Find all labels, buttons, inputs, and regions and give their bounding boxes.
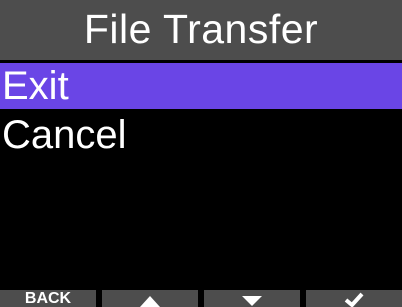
down-button[interactable]	[204, 290, 300, 307]
menu-list: Exit Cancel	[0, 63, 402, 161]
menu-item-label: Cancel	[2, 113, 127, 157]
menu-item-cancel[interactable]: Cancel	[0, 112, 402, 158]
back-button[interactable]: BACK	[0, 290, 96, 307]
triangle-up-icon	[140, 296, 160, 307]
device-screen: File Transfer Exit Cancel BACK	[0, 0, 402, 307]
triangle-down-icon	[242, 296, 262, 306]
up-button[interactable]	[102, 290, 198, 307]
title-bar: File Transfer	[0, 0, 402, 60]
softkey-bar: BACK	[0, 290, 402, 307]
menu-item-label: Exit	[2, 64, 69, 108]
back-button-label: BACK	[24, 290, 72, 307]
menu-item-exit[interactable]: Exit	[0, 63, 402, 109]
page-title: File Transfer	[83, 5, 319, 52]
confirm-button[interactable]	[306, 290, 402, 307]
checkmark-icon	[344, 292, 364, 307]
